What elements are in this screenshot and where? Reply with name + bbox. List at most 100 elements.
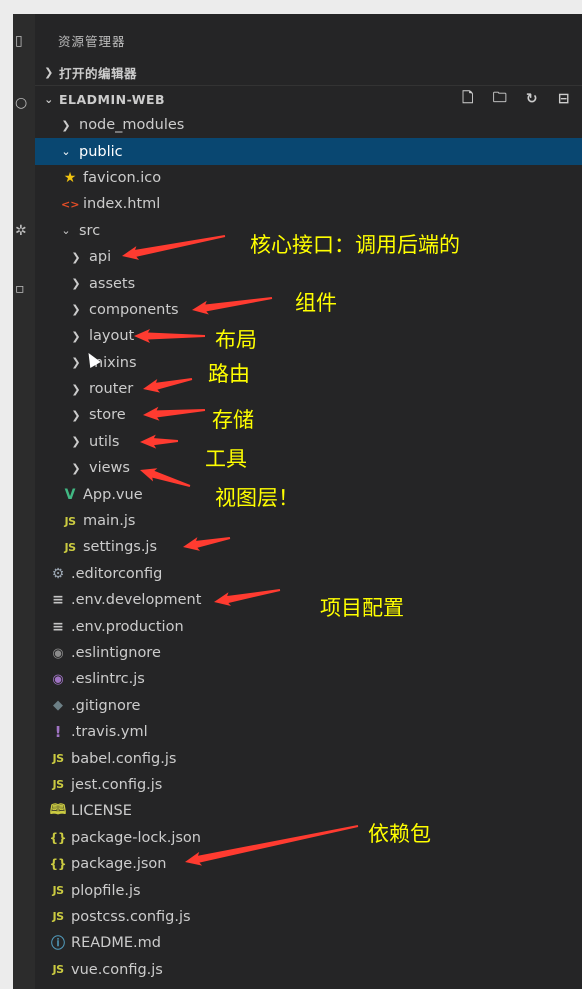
chevron-right-icon: ❯ xyxy=(71,408,81,422)
tree-file[interactable]: {} package.json xyxy=(35,851,582,877)
annotation-note: 依赖包 xyxy=(368,822,431,846)
tree-file[interactable]: ≡ .env.development xyxy=(35,587,582,613)
js-icon: JS xyxy=(52,778,64,792)
js-icon: JS xyxy=(52,884,64,898)
activity-bar-edge xyxy=(0,0,13,989)
tree-file[interactable]: <> index.html xyxy=(35,191,582,217)
open-editors-label: 打开的编辑器 xyxy=(59,65,138,81)
lines-icon: ≡ xyxy=(52,618,64,635)
gear-icon: ⚙ xyxy=(51,565,65,582)
tree-file[interactable]: ◉ .eslintrc.js xyxy=(35,666,582,692)
js-icon: JS xyxy=(52,910,64,924)
chevron-right-icon: ❯ xyxy=(71,303,81,317)
tree-item-label: .travis.yml xyxy=(71,724,148,741)
annotation-note: 路由 xyxy=(208,362,250,386)
tree-folder[interactable]: ⌄ public xyxy=(35,138,582,165)
annotation-note: 组件 xyxy=(295,291,337,315)
tree-file[interactable]: ≡ .env.production xyxy=(35,613,582,639)
annotation-note: 核心接口：调用后端的 xyxy=(250,233,460,257)
tree-file[interactable]: JS vue.config.js xyxy=(35,957,582,983)
tree-file[interactable]: JS jest.config.js xyxy=(35,772,582,798)
open-editors-header[interactable]: ❯ 打开的编辑器 xyxy=(35,59,582,85)
tree-item-label: .eslintrc.js xyxy=(71,671,145,688)
lines-icon: ≡ xyxy=(52,592,64,609)
chevron-right-icon: ❯ xyxy=(71,382,81,396)
project-actions: 🗋 🗀 ↻ ⊟ xyxy=(456,86,582,112)
yml-icon: ! xyxy=(54,723,62,742)
annotation-note: 视图层！ xyxy=(215,486,299,510)
new-file-icon[interactable]: 🗋 xyxy=(456,87,480,111)
tree-item-label: views xyxy=(89,460,130,477)
tree-file[interactable]: JS postcss.config.js xyxy=(35,904,582,930)
tree-file[interactable]: 🕮 LICENSE xyxy=(35,798,582,824)
tree-folder[interactable]: ❯ store xyxy=(35,402,582,428)
tree-item-label: jest.config.js xyxy=(71,776,163,793)
chevron-right-icon: ❯ xyxy=(44,65,54,79)
tree-item-label: .gitignore xyxy=(71,697,141,714)
chevron-down-icon: ⌄ xyxy=(61,224,71,238)
annotation-note: 布局 xyxy=(215,328,257,352)
collapse-all-icon[interactable]: ⊟ xyxy=(552,87,576,111)
explorer-title: 资源管理器 xyxy=(58,34,126,49)
tree-folder[interactable]: ❯ node_modules xyxy=(35,112,582,138)
tree-item-label: src xyxy=(79,222,101,239)
project-header[interactable]: ⌄ ELADMIN-WEB 🗋 🗀 ↻ ⊟ xyxy=(35,85,582,112)
star-icon: ★ xyxy=(63,169,77,186)
annotation-note: 工具 xyxy=(205,447,247,471)
tree-item-label: package-lock.json xyxy=(71,829,201,846)
tree-file[interactable]: ⚙ .editorconfig xyxy=(35,561,582,587)
files-icon[interactable]: ▯ xyxy=(15,34,23,48)
tree-item-label: favicon.ico xyxy=(83,169,162,186)
tree-item-label: plopfile.js xyxy=(71,882,141,899)
annotation-note: 存储 xyxy=(212,408,254,432)
activity-bar: ▯ ○ ✲ ▫ xyxy=(13,14,35,989)
tree-item-label: layout xyxy=(89,328,135,345)
search-icon[interactable]: ○ xyxy=(15,96,27,110)
tree-file[interactable]: ◉ .eslintignore xyxy=(35,640,582,666)
chevron-right-icon: ❯ xyxy=(71,461,81,475)
git-icon: ◆ xyxy=(53,698,63,714)
tree-folder[interactable]: ❯ layout xyxy=(35,323,582,349)
debug-icon[interactable]: ✲ xyxy=(15,224,27,238)
new-folder-icon[interactable]: 🗀 xyxy=(488,87,512,111)
tree-file[interactable]: ★ favicon.ico xyxy=(35,165,582,191)
tree-folder[interactable]: ❯ mixins xyxy=(35,350,582,376)
tree-item-label: assets xyxy=(89,275,136,292)
tree-folder[interactable]: ❯ router xyxy=(35,376,582,402)
tree-file[interactable]: JS settings.js xyxy=(35,534,582,560)
tree-item-label: .eslintignore xyxy=(71,645,161,661)
chevron-right-icon: ❯ xyxy=(71,250,81,264)
extensions-icon[interactable]: ▫ xyxy=(15,282,25,296)
tree-item-label: node_modules xyxy=(79,117,185,134)
js-icon: JS xyxy=(52,963,64,977)
chevron-right-icon: ❯ xyxy=(71,329,81,343)
tree-file[interactable]: JS babel.config.js xyxy=(35,745,582,771)
tree-file[interactable]: ⓘ README.md xyxy=(35,930,582,956)
tree-file[interactable]: ◆ .gitignore xyxy=(35,693,582,719)
tree-item-label: README.md xyxy=(71,935,161,952)
tree-file[interactable]: ! .travis.yml xyxy=(35,719,582,745)
tree-item-label: settings.js xyxy=(83,539,158,556)
tree-folder[interactable]: ❯ views xyxy=(35,455,582,481)
refresh-icon[interactable]: ↻ xyxy=(520,87,544,111)
tree-file[interactable]: JS plopfile.js xyxy=(35,877,582,903)
js-icon: JS xyxy=(52,752,64,766)
tree-item-label: App.vue xyxy=(83,486,143,503)
eslint-icon: ◉ xyxy=(52,645,64,661)
tree-item-label: postcss.config.js xyxy=(71,908,191,925)
tree-item-label: .env.development xyxy=(71,592,202,609)
license-icon: 🕮 xyxy=(49,802,67,819)
json-icon: {} xyxy=(49,830,67,845)
tree-folder[interactable]: ❯ utils xyxy=(35,429,582,455)
tree-item-label: babel.config.js xyxy=(71,750,177,767)
info-icon: ⓘ xyxy=(51,936,65,953)
chevron-right-icon: ❯ xyxy=(71,277,81,291)
vue-icon: V xyxy=(64,486,76,503)
json-icon: {} xyxy=(49,857,67,872)
tree-file[interactable]: JS main.js xyxy=(35,508,582,534)
tree-item-label: .env.production xyxy=(71,618,184,635)
js-icon: JS xyxy=(64,514,76,528)
tree-file[interactable]: V App.vue xyxy=(35,481,582,507)
eslint-config-icon: ◉ xyxy=(52,671,64,687)
tree-file[interactable]: {} package-lock.json xyxy=(35,825,582,851)
